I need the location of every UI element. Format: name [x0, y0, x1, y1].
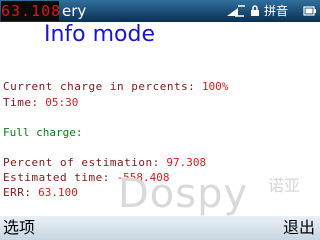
status-bar: 63.108 ery 拼音	[0, 0, 320, 22]
time-row: Time: 05:30	[3, 96, 78, 110]
watermark-cn-text: 诺亚	[268, 176, 301, 195]
estimate-value: 97.308	[166, 156, 207, 169]
charge-value: 100%	[201, 80, 229, 93]
estimate-label: Percent of estimation:	[3, 156, 160, 169]
page-title: Info mode	[44, 22, 156, 47]
exit-softkey[interactable]: 退出	[283, 218, 315, 238]
charge-row: Current charge in percents: 100%	[3, 80, 228, 94]
status-time-display: 63.108	[1, 1, 62, 21]
battery-icon	[303, 6, 316, 16]
estimate-label: Estimated time:	[3, 171, 110, 184]
estimate-value: 63.100	[38, 186, 78, 199]
app-title: ery	[62, 2, 87, 20]
estimate-label: ERR:	[3, 186, 32, 199]
watermark-text: Dospy	[118, 171, 249, 217]
options-softkey[interactable]: 选项	[3, 218, 35, 238]
signal-icon	[227, 5, 245, 17]
time-label: Time:	[3, 96, 39, 109]
time-value: 05:30	[45, 96, 79, 109]
estimate-row: Percent of estimation: 97.308	[3, 156, 206, 170]
charge-label: Current charge in percents:	[3, 80, 196, 93]
input-method-label: 拼音	[264, 4, 289, 18]
lock-icon	[251, 5, 259, 16]
softkey-bar: 选项 退出	[0, 216, 320, 240]
estimate-row: ERR: 63.100	[3, 186, 78, 200]
section-header: Full charge:	[3, 126, 83, 139]
